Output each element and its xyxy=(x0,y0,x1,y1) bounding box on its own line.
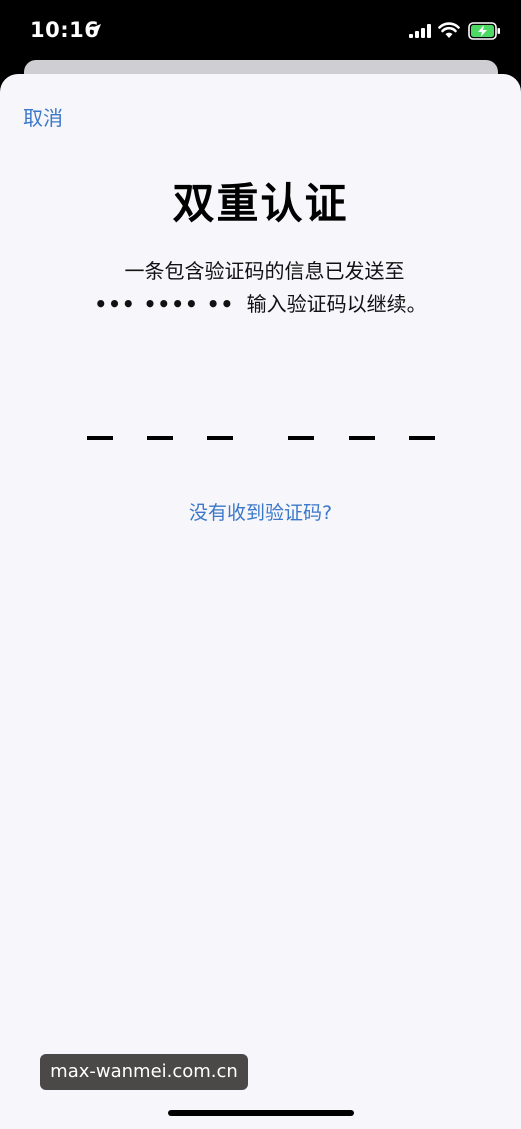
code-slot-1[interactable] xyxy=(87,436,113,440)
message-line-1: 一条包含验证码的信息已发送至 xyxy=(124,259,405,283)
cancel-button[interactable]: 取消 xyxy=(23,102,63,131)
wifi-icon xyxy=(438,22,460,38)
code-slot-6[interactable] xyxy=(409,436,435,440)
status-bar: 10:16 xyxy=(0,0,521,64)
code-slot-3[interactable] xyxy=(207,436,233,440)
code-slot-4[interactable] xyxy=(288,436,314,440)
home-indicator[interactable] xyxy=(168,1110,354,1116)
code-slot-2[interactable] xyxy=(147,436,173,440)
watermark: max-wanmei.com.cn xyxy=(40,1054,248,1090)
message-continue-text: 输入验证码以继续。 xyxy=(246,292,427,316)
verification-code-input[interactable] xyxy=(0,436,521,442)
page-title: 双重认证 xyxy=(172,179,349,228)
location-arrow-icon xyxy=(89,24,101,36)
two-factor-sheet: 取消 双重认证 一条包含验证码的信息已发送至 ••• •••• •• 输入验证码… xyxy=(0,74,521,1129)
code-slot-5[interactable] xyxy=(349,436,375,440)
message-line-2: ••• •••• •• 输入验证码以继续。 xyxy=(0,288,521,317)
cellular-signal-icon xyxy=(409,24,431,38)
masked-phone-number: ••• •••• •• xyxy=(94,292,235,316)
resend-code-link[interactable]: 没有收到验证码? xyxy=(0,498,521,525)
battery-charging-icon xyxy=(468,22,500,40)
